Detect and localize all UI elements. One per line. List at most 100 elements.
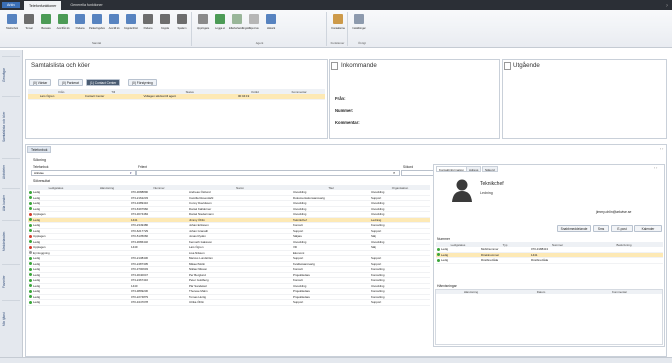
status-text: Ledig xyxy=(33,217,41,222)
outgoing-icon xyxy=(504,62,511,70)
ribbon-button[interactable]: Telefonbok xyxy=(4,14,20,30)
incoming-title: Inkommande xyxy=(341,62,377,69)
table-cell: 070-3447078 xyxy=(130,299,188,306)
ribbon-button-icon xyxy=(92,14,102,24)
ribbon-button-label: Koppla till kö xyxy=(124,27,138,30)
left-nav-item[interactable]: Min tjänst xyxy=(2,300,20,338)
ribbon-button[interactable]: Tonval xyxy=(21,14,37,30)
ribbon-button[interactable]: Koppla xyxy=(157,14,173,30)
status-text: Ledig xyxy=(33,300,41,304)
status-text: Ledig xyxy=(33,190,41,194)
contact-action-button[interactable]: E-post xyxy=(611,225,633,232)
status-text: Ledig xyxy=(33,223,41,227)
tab-telefonbok[interactable]: Telefonbok xyxy=(27,146,52,153)
left-nav-item[interactable]: Aktiviteter xyxy=(2,158,20,186)
status-dot-icon xyxy=(29,267,32,271)
contact-tab[interactable]: Sökord xyxy=(482,166,498,172)
ribbon-group-agent: Uppringare Logga ut Efterbehandlingstid Spo… xyxy=(193,12,327,46)
ribbon-button-label: Inställningar xyxy=(352,27,366,30)
status-text: Ledig xyxy=(33,294,41,299)
ribbon-button[interactable]: Logga ut xyxy=(212,14,228,30)
status-dot-icon xyxy=(29,196,32,200)
ribbon-button[interactable]: Parkera xyxy=(72,14,88,30)
ribbon-button[interactable]: Inställningar xyxy=(351,14,367,30)
ribbon-button[interactable]: Avsl från kö xyxy=(55,14,71,30)
queue-filter-button[interactable]: (0) Parkerat xyxy=(58,79,83,86)
collapse-arrows-icon[interactable]: ‹ › xyxy=(660,147,663,151)
queue-filter-button[interactable]: (0) Förstyrning xyxy=(128,79,157,86)
search-label: Sökning xyxy=(33,158,46,162)
fritext-input[interactable] xyxy=(136,170,400,176)
tab-generella-funktioner[interactable]: Generella funktioner xyxy=(65,2,107,8)
status-text: Ledig xyxy=(33,195,41,200)
left-nav-item[interactable]: Favoriter xyxy=(2,264,20,298)
ribbon-button[interactable]: Kontakterna xyxy=(330,14,346,30)
table-row[interactable]: Ledig 070-3447078 Ulrika Öhlin Support Suppo… xyxy=(28,299,430,306)
status-text: Ledig xyxy=(33,206,41,211)
left-nav-bar: Genvägar Samtalslista och köer Aktiviteter… xyxy=(0,50,23,357)
ribbon-button[interactable]: Parkeringsbox xyxy=(89,14,105,30)
ribbon-button-label: Kontakterna xyxy=(331,27,345,30)
contact-tab[interactable]: Kontaktinformation xyxy=(436,166,468,172)
status-text: Ledig xyxy=(33,228,41,233)
left-nav-item[interactable]: Meddelanden xyxy=(2,220,20,262)
contact-action-button[interactable]: Snabbmeddelande xyxy=(557,225,591,232)
ribbon-button-label: Logga ut xyxy=(215,27,225,30)
ribbon-button-icon xyxy=(75,14,85,24)
contact-email[interactable]: jimmy.ohlin@arkvise.se xyxy=(596,210,631,214)
telefonbok-select[interactable] xyxy=(31,170,136,176)
help-icon[interactable]: ? xyxy=(666,3,672,8)
status-dot-icon xyxy=(29,256,32,260)
result-label: Sökresultat xyxy=(33,179,50,183)
status-text: Ledig xyxy=(33,283,41,288)
ribbon-button[interactable]: Avsl till kö xyxy=(106,14,122,30)
table-cell: Ledig xyxy=(28,299,84,306)
ribbon-button-icon xyxy=(126,14,136,24)
contact-action-button[interactable]: Sms xyxy=(593,225,609,232)
call-cell: 00:04:19 xyxy=(236,94,274,100)
ribbon-button-label: Efterbehandlingstid xyxy=(229,27,251,30)
ribbon-button[interactable]: Efterbehandlingstid xyxy=(229,14,251,30)
ribbon-button[interactable]: Spela in xyxy=(174,14,190,30)
ribbon-group-caption: Samtal xyxy=(92,41,101,45)
left-nav-item[interactable]: Genvägar xyxy=(2,56,20,94)
left-nav-item[interactable]: Alla kunder xyxy=(2,188,20,218)
ribbon-button-label: Spela in xyxy=(177,27,187,30)
collapse-arrows-icon[interactable]: ‹ › xyxy=(654,166,657,170)
status-dot-icon xyxy=(29,284,32,288)
ribbon-button-label: Parkeringsbox xyxy=(89,27,105,30)
search-icon[interactable]: ⌕ xyxy=(393,170,395,175)
status-text: Upptagen xyxy=(33,234,46,238)
ribbon-button[interactable]: Spo-ll av xyxy=(246,14,262,30)
numbers-table: Ledigstatus Typ Nummer Beskrivning Ledig Mob… xyxy=(436,242,663,264)
call-row[interactable]: Lars Ögren Contact Center Vidtagen skickat… xyxy=(28,94,325,100)
status-text: Ledig xyxy=(33,289,41,293)
status-text: Ledig xyxy=(441,258,449,262)
ribbon-button-icon xyxy=(354,14,364,24)
contact-tab[interactable]: Adress xyxy=(466,166,482,172)
chevron-down-icon[interactable]: ▾ xyxy=(130,171,132,175)
ribbon-button[interactable]: Parkera xyxy=(140,14,156,30)
status-text: Ledig xyxy=(33,261,41,266)
ribbon-button[interactable]: Historik xyxy=(263,14,279,30)
contact-action-button[interactable]: Kalender xyxy=(634,225,662,232)
status-dot-icon xyxy=(437,247,440,251)
ribbon-button-icon xyxy=(143,14,153,24)
ribbon-button[interactable]: Koppla till kö xyxy=(123,14,139,30)
status-dot-icon xyxy=(29,190,32,194)
call-cell xyxy=(28,94,39,100)
status-dot-icon xyxy=(29,300,32,304)
tab-arkiv[interactable]: Arkiv xyxy=(2,2,20,8)
ribbon-button[interactable]: Uppringare xyxy=(195,14,211,30)
status-dot-icon xyxy=(29,240,32,244)
left-nav-item[interactable]: Samtalslista och köer xyxy=(2,96,20,156)
queue-filter-button[interactable]: (0) Väntar xyxy=(29,79,52,86)
ribbon-button-label: Parkera xyxy=(143,27,153,30)
ribbon-group-funktioner: Kontakterna Funktioner xyxy=(328,12,348,46)
ribbon-group-caption: Agent xyxy=(255,41,264,45)
queue-filter-button[interactable]: (1) Contact Center xyxy=(86,79,121,86)
call-cell xyxy=(273,94,325,100)
number-row[interactable]: Ledig Röstbrevlåda Röstbrevlåda xyxy=(436,257,663,264)
ribbon-button[interactable]: Besvara xyxy=(38,14,54,30)
ribbon-button-icon xyxy=(177,14,187,24)
